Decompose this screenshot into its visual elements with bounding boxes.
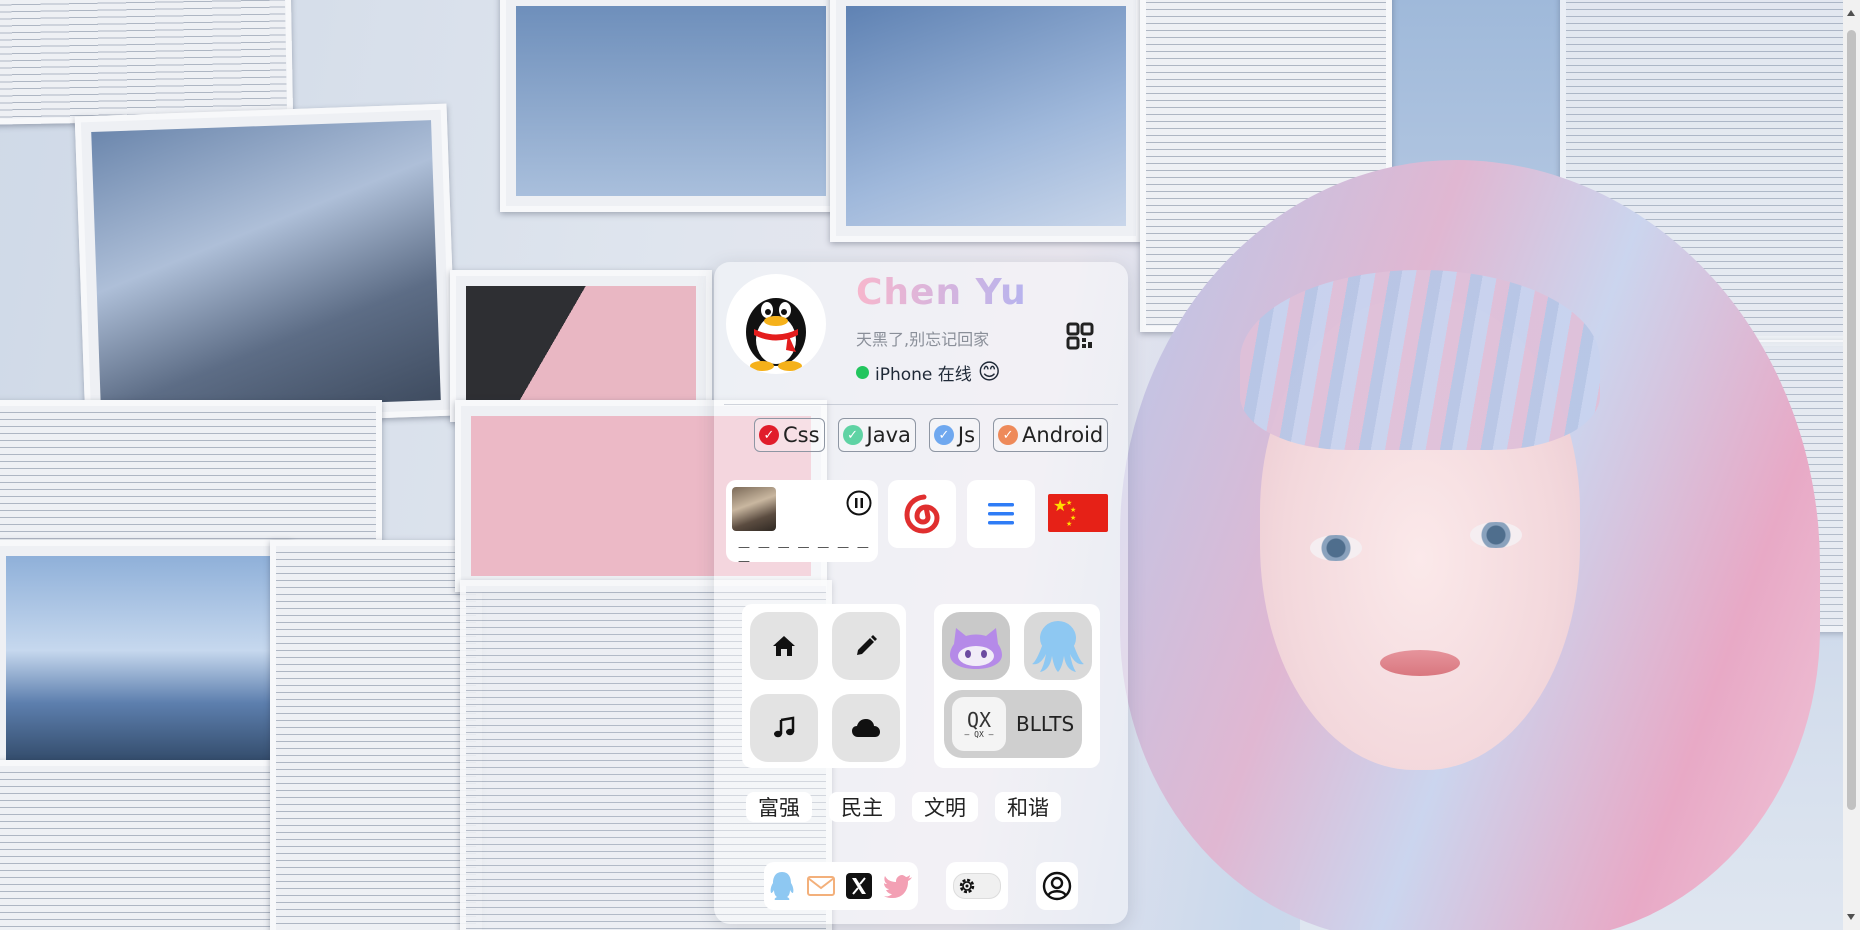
user-circle-icon[interactable] (1042, 871, 1072, 901)
core-values: 富强 民主 文明 和谐 (746, 792, 1061, 822)
scrollbar-thumb[interactable] (1847, 30, 1856, 810)
profile-card: Chen Yu 天黑了,别忘记回家 iPhone 在线 😊 ✓ Css ✓ Ja… (714, 262, 1128, 924)
github-button[interactable] (942, 612, 1010, 680)
divider (724, 404, 1118, 405)
pause-icon[interactable] (846, 490, 872, 516)
octopus-icon (1032, 621, 1084, 672)
tag-label: Android (1022, 423, 1104, 447)
online-dot-icon (856, 366, 869, 379)
tag-label: Java (866, 423, 911, 447)
profile-name: Chen Yu (856, 272, 1027, 313)
background-paper (0, 760, 302, 930)
character-lips (1380, 650, 1460, 676)
background-character (1080, 160, 1860, 930)
qq-penguin-icon (746, 298, 806, 371)
settings-toggle[interactable] (953, 873, 1001, 899)
user-account (1036, 862, 1078, 910)
tag-label: Js (957, 423, 976, 447)
home-icon (773, 636, 795, 656)
scroll-up-arrow-icon[interactable] (1847, 10, 1855, 16)
music-button[interactable] (750, 694, 818, 762)
online-status-text: iPhone 在线 (875, 365, 972, 385)
qr-code-icon[interactable] (1066, 322, 1094, 350)
twitter-bird-icon[interactable] (883, 874, 913, 898)
character-eye-right (1470, 522, 1522, 548)
value-tag[interactable]: 文明 (912, 792, 978, 822)
qx-logo-sub: — QX — (964, 729, 994, 739)
cloud-button[interactable] (832, 694, 900, 762)
check-icon: ✓ (842, 425, 863, 445)
netease-music-button[interactable] (888, 480, 956, 548)
background-photo-sky (500, 0, 842, 212)
background-photo-building (74, 103, 458, 429)
background-paper (270, 540, 482, 930)
nav-grid (742, 604, 906, 768)
tag-label: Css (783, 423, 820, 447)
progress-dashes: — — — — — — — — (738, 540, 871, 568)
check-icon: ✓ (759, 425, 779, 445)
value-tag[interactable]: 和谐 (995, 792, 1061, 822)
tag-java[interactable]: ✓ Java (837, 418, 916, 452)
avatar[interactable] (726, 274, 826, 374)
album-cover (732, 487, 776, 531)
netease-music-icon (904, 494, 940, 534)
music-player[interactable]: — — — — — — — — (726, 480, 878, 568)
menu-button[interactable] (967, 480, 1035, 548)
flag-star-icon: ★ (1066, 520, 1073, 528)
tag-css[interactable]: ✓ Css (754, 418, 825, 452)
mail-icon[interactable] (806, 875, 836, 897)
china-flag-icon[interactable]: ★ ★ ★ ★ ★ (1048, 494, 1108, 532)
character-eye-left (1310, 535, 1362, 561)
music-note-icon (774, 716, 795, 738)
github-cat-icon (950, 628, 1002, 669)
qx-logo-icon: QX — QX — (952, 697, 1006, 751)
page-scrollbar[interactable] (1843, 0, 1860, 930)
background-paper (0, 0, 294, 125)
character-fringe (1240, 270, 1600, 450)
bllts-label: BLLTS (1016, 712, 1075, 736)
x-logo-icon[interactable] (846, 873, 873, 899)
tag-android[interactable]: ✓ Android (993, 418, 1109, 452)
pencil-icon (857, 635, 877, 655)
hamburger-menu-icon (988, 503, 1014, 525)
skill-tags: ✓ Css ✓ Java ✓ Js ✓ Android (754, 418, 1109, 452)
online-status: iPhone 在线 😊 (856, 360, 1001, 385)
tag-js[interactable]: ✓ Js (928, 418, 981, 452)
check-icon: ✓ (998, 425, 1019, 445)
check-icon: ✓ (933, 425, 954, 445)
gear-icon (959, 878, 975, 894)
bllts-button[interactable]: QX — QX — BLLTS (944, 690, 1082, 758)
profile-motto: 天黑了,别忘记回家 (856, 330, 990, 349)
value-tag[interactable]: 富强 (746, 792, 812, 822)
edit-button[interactable] (832, 612, 900, 680)
links-grid: QX — QX — BLLTS (934, 604, 1100, 768)
background-photo-house (0, 540, 292, 782)
theme-settings (946, 862, 1008, 910)
qx-logo-text: QX (966, 707, 992, 732)
value-tag[interactable]: 民主 (829, 792, 895, 822)
octopus-button[interactable] (1024, 612, 1092, 680)
cloud-icon (852, 719, 880, 737)
smile-emoji-icon: 😊 (977, 360, 1001, 385)
scroll-down-arrow-icon[interactable] (1847, 914, 1855, 920)
social-links (764, 862, 918, 910)
background-paper (0, 400, 382, 562)
home-button[interactable] (750, 612, 818, 680)
qq-icon[interactable] (769, 871, 795, 901)
